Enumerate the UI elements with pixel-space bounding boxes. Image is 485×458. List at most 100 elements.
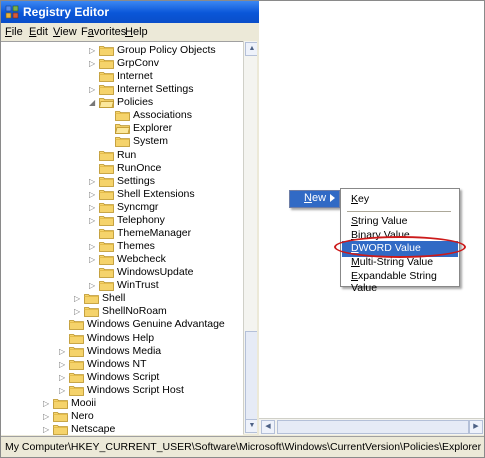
tree-node-label: Themes xyxy=(117,240,155,252)
tree-node-label: Shell xyxy=(102,292,126,304)
no-children-spacer xyxy=(89,229,97,238)
menu-item-label: Expandable String Value xyxy=(351,270,437,294)
menu-file[interactable]: File xyxy=(5,26,23,38)
folder-icon xyxy=(99,280,114,291)
tree-node-label: Associations xyxy=(133,109,192,121)
expand-arrow-icon[interactable]: ▷ xyxy=(74,307,82,316)
folder-icon xyxy=(69,359,84,370)
folder-icon xyxy=(99,215,114,226)
tree-node-label: Windows Script Host xyxy=(87,384,184,396)
folder-icon xyxy=(99,241,114,252)
folder-icon xyxy=(69,372,84,383)
expand-arrow-icon[interactable]: ▷ xyxy=(43,425,51,434)
expand-arrow-icon[interactable]: ▷ xyxy=(89,203,97,212)
folder-icon xyxy=(99,254,114,265)
tree-node-label: RunOnce xyxy=(117,162,162,174)
folder-icon xyxy=(53,424,68,435)
tree-node-label: ShellNoRoam xyxy=(102,305,167,317)
folder-icon xyxy=(99,84,114,95)
expand-arrow-icon[interactable]: ▷ xyxy=(59,360,67,369)
expand-arrow-icon[interactable]: ▷ xyxy=(89,46,97,55)
no-children-spacer xyxy=(59,320,67,329)
expand-arrow-icon[interactable]: ▷ xyxy=(59,373,67,382)
tree-node-label: Nero xyxy=(71,410,94,422)
horizontal-scroll-thumb[interactable] xyxy=(277,420,469,434)
no-children-spacer xyxy=(105,111,113,120)
folder-icon xyxy=(99,176,114,187)
tree-node-label: GrpConv xyxy=(117,57,160,69)
context-menu-new[interactable]: New xyxy=(289,190,340,208)
expand-arrow-icon[interactable]: ▷ xyxy=(89,281,97,290)
expand-arrow-icon[interactable]: ▷ xyxy=(59,386,67,395)
menu-item-key[interactable]: Key xyxy=(342,192,458,208)
no-children-spacer xyxy=(89,72,97,81)
folder-icon xyxy=(53,411,68,422)
menu-item-expandable-string-value[interactable]: Expandable String Value xyxy=(342,269,458,294)
folder-icon xyxy=(69,385,84,396)
menu-favorites[interactable]: Favorites xyxy=(81,26,126,38)
expand-arrow-icon[interactable]: ▷ xyxy=(89,255,97,264)
title-bar[interactable]: Registry Editor xyxy=(1,1,259,23)
status-path: My Computer\HKEY_CURRENT_USER\Software\M… xyxy=(5,441,482,453)
tree-node-label: Windows NT xyxy=(87,358,147,370)
folder-icon xyxy=(99,45,114,56)
folder-icon xyxy=(99,150,114,161)
expand-arrow-icon[interactable]: ▷ xyxy=(89,242,97,251)
menu-item-label: Key xyxy=(351,193,370,205)
expand-arrow-icon[interactable]: ▷ xyxy=(43,412,51,421)
folder-icon xyxy=(99,58,114,69)
expand-arrow-icon[interactable]: ▷ xyxy=(59,347,67,356)
folder-icon xyxy=(53,398,68,409)
folder-icon xyxy=(99,228,114,239)
no-children-spacer xyxy=(59,334,67,343)
new-menu-label: New xyxy=(304,192,327,204)
folder-icon xyxy=(84,306,99,317)
folder-icon xyxy=(99,267,114,278)
scroll-right-arrow-icon[interactable]: ▶ xyxy=(469,420,483,434)
tree-node-label: Run xyxy=(117,149,137,161)
expand-arrow-icon[interactable]: ▷ xyxy=(89,216,97,225)
expand-arrow-icon[interactable]: ▷ xyxy=(89,177,97,186)
menu-bar: File Edit View Favorites Help xyxy=(1,23,259,41)
expand-arrow-icon[interactable]: ▷ xyxy=(89,85,97,94)
expand-arrow-icon[interactable]: ▷ xyxy=(89,59,97,68)
folder-icon xyxy=(115,136,130,147)
tree-node-label: System xyxy=(133,135,169,147)
tree-node-label: ThemeManager xyxy=(117,227,192,239)
tree-node-label: Webcheck xyxy=(117,253,166,265)
values-horizontal-scrollbar[interactable]: ◀ ▶ xyxy=(259,418,484,435)
window-title: Registry Editor xyxy=(23,5,110,19)
tree-node-label: Windows Genuine Advantage xyxy=(87,318,225,330)
tree-node-label: Internet Settings xyxy=(117,83,194,95)
no-children-spacer xyxy=(89,151,97,160)
scroll-left-arrow-icon[interactable]: ◀ xyxy=(261,420,275,434)
key-tree-pane[interactable]: ▷ Group Policy Objects ▷ GrpConv Internet ▷ In… xyxy=(1,41,243,435)
tree-node-label: Windows Help xyxy=(87,332,155,344)
tree-node-label: Netscape xyxy=(71,423,116,435)
highlight-annotation-oval xyxy=(334,236,466,258)
tree-node-label: Shell Extensions xyxy=(117,188,195,200)
tree-node-label: Internet xyxy=(117,70,153,82)
folder-icon xyxy=(84,293,99,304)
menu-help[interactable]: Help xyxy=(125,26,148,38)
menu-view[interactable]: View xyxy=(53,26,77,38)
tree-node-label: Settings xyxy=(117,175,155,187)
tree-node-label: Group Policy Objects xyxy=(117,44,216,56)
expand-arrow-icon[interactable]: ▷ xyxy=(43,399,51,408)
tree-node-label: Telephony xyxy=(117,214,165,226)
tree-node-label: WindowsUpdate xyxy=(117,266,194,278)
tree-node-label: Policies xyxy=(117,96,154,108)
expand-arrow-icon[interactable]: ▷ xyxy=(74,294,82,303)
tree-vertical-scrollbar[interactable]: ▲ ▼ xyxy=(243,41,259,434)
status-bar: My Computer\HKEY_CURRENT_USER\Software\M… xyxy=(1,436,484,457)
menu-separator xyxy=(347,211,451,212)
menu-item-label: String Value xyxy=(351,215,408,227)
folder-icon xyxy=(99,163,114,174)
tree-node-label: Explorer xyxy=(133,122,173,134)
expand-arrow-icon[interactable]: ▷ xyxy=(89,190,97,199)
tree-node-label: Windows Script xyxy=(87,371,160,383)
menu-edit[interactable]: Edit xyxy=(29,26,48,38)
folder-icon xyxy=(99,202,114,213)
folder-icon xyxy=(69,333,84,344)
collapse-arrow-icon[interactable]: ◢ xyxy=(89,98,97,107)
